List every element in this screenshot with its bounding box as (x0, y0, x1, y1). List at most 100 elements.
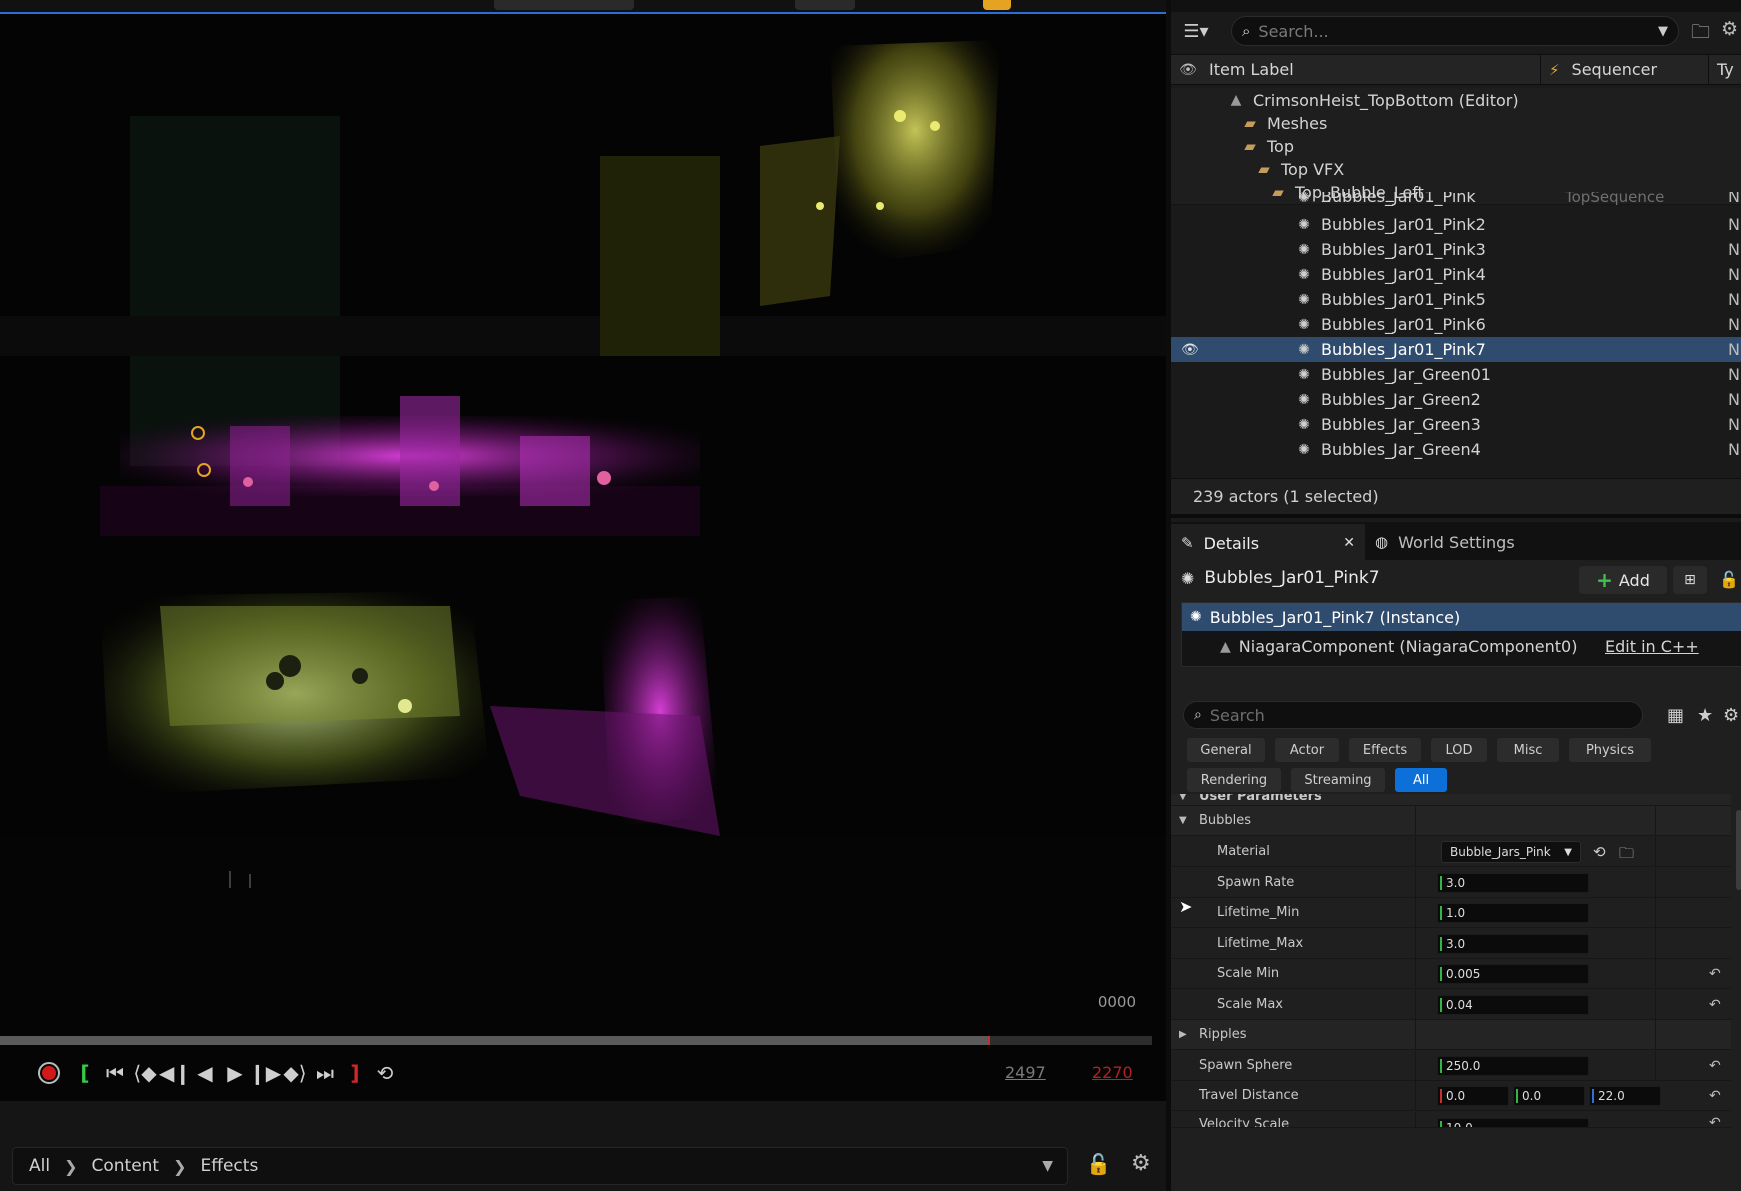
tab-details[interactable]: ✎ Details ✕ (1171, 524, 1365, 560)
scale-min-field[interactable]: 0.005 (1437, 963, 1589, 984)
category-general[interactable]: General (1187, 738, 1265, 762)
eye-icon[interactable]: 👁 (1181, 342, 1199, 358)
level-viewport[interactable]: 0000 [ ⏮ ⟨◆ ◀❙ ◀ ▶ ❙▶ ◆⟩ ⏭ ] ⟲ 2497 2270 (0, 0, 1166, 1100)
tree-row-actor[interactable]: ✺ Bubbles_Jar01_Pink4 N (1171, 262, 1741, 287)
category-effects[interactable]: Effects (1349, 738, 1421, 762)
next-key-button[interactable]: ◆⟩ (280, 1058, 310, 1088)
reset-to-default-icon[interactable]: ↶ (1709, 966, 1721, 982)
breadcrumb-effects[interactable]: Effects (201, 1156, 259, 1176)
gear-icon[interactable]: ⚙ (1721, 18, 1738, 40)
tree-row-actor[interactable]: ✺ Bubbles_Jar_Green2 N (1171, 387, 1741, 412)
spawn-sphere-field[interactable]: 250.0 (1437, 1055, 1589, 1076)
tree-row-actor[interactable]: ✺ Bubbles_Jar01_Pink2 N (1171, 212, 1741, 237)
tree-row-actor[interactable]: ✺ Bubbles_Jar01_Pink5 N (1171, 287, 1741, 312)
toolbar-button[interactable] (494, 0, 634, 10)
lock-icon[interactable]: 🔓 (1719, 570, 1739, 589)
step-back-icon: ◀❙ (158, 1061, 192, 1085)
actor-name[interactable]: Bubbles_Jar01_Pink7 (1204, 568, 1379, 588)
component-row-instance[interactable]: ✺ Bubbles_Jar01_Pink7 (Instance) (1182, 603, 1741, 631)
breadcrumb-all[interactable]: All (29, 1156, 50, 1176)
column-type[interactable]: Ty (1709, 60, 1734, 79)
category-actor[interactable]: Actor (1275, 738, 1339, 762)
add-component-button[interactable]: + Add (1579, 566, 1667, 594)
travel-distance-z-field[interactable]: 22.0 (1589, 1085, 1661, 1106)
tree-row-actor[interactable]: ✺ Bubbles_Jar01_Pink3 N (1171, 237, 1741, 262)
tree-row-folder[interactable]: ▰ Top VFX (1171, 157, 1741, 182)
velocity-scale-field[interactable]: 10.0 (1437, 1118, 1589, 1127)
reset-to-default-icon[interactable]: ↶ (1709, 1088, 1721, 1104)
browse-asset-icon[interactable]: 🗀 (1619, 843, 1634, 868)
column-sequencer[interactable]: ⚡ Sequencer (1541, 55, 1709, 84)
reset-to-default-icon[interactable]: ↶ (1709, 1058, 1721, 1074)
details-scrollbar[interactable] (1736, 810, 1741, 890)
play-reverse-button[interactable]: ◀ (190, 1058, 220, 1088)
play-button[interactable]: ▶ (220, 1058, 250, 1088)
tree-row-actor-selected[interactable]: 👁 ✺ Bubbles_Jar01_Pink7 N (1171, 337, 1741, 362)
tree-row-map[interactable]: ▲ CrimsonHeist_TopBottom (Editor) (1171, 88, 1741, 113)
previous-key-button[interactable]: ⟨◆ (130, 1058, 160, 1088)
spawn-rate-field[interactable]: 3.0 (1437, 872, 1589, 893)
tree-row-actor[interactable]: ✺ Bubbles_Jar_Green3 N (1171, 412, 1741, 437)
blueprint-button[interactable]: ⊞ (1673, 566, 1707, 594)
component-row-niagara[interactable]: ▲ NiagaraComponent (NiagaraComponent0) (1220, 637, 1577, 656)
toolbar-button[interactable] (795, 0, 855, 10)
viewport-scene[interactable] (0, 16, 1166, 986)
group-ripples[interactable]: ▶ Ripples (1171, 1020, 1731, 1050)
close-icon[interactable]: ✕ (1343, 535, 1355, 551)
star-icon[interactable]: ★ (1697, 705, 1713, 726)
category-streaming[interactable]: Streaming (1291, 768, 1385, 792)
tree-row-actor[interactable]: ✺ Bubbles_Jar_Green01 N (1171, 362, 1741, 387)
visibility-column-icon[interactable]: 👁 (1171, 62, 1205, 78)
record-button[interactable] (34, 1058, 64, 1088)
use-selected-icon[interactable]: ⟲ (1593, 843, 1606, 861)
tree-row-folder[interactable]: ▰ Top (1171, 134, 1741, 159)
breadcrumb-content[interactable]: Content (91, 1156, 159, 1176)
section-user-parameters[interactable]: ▼ User Parameters (1171, 794, 1731, 806)
column-item-label[interactable]: Item Label (1205, 55, 1541, 84)
filter-button[interactable]: ☰▾ (1171, 21, 1221, 42)
table-view-icon[interactable]: ▦ (1667, 705, 1684, 726)
reset-to-default-icon[interactable]: ↶ (1709, 1115, 1721, 1127)
edit-in-cpp-link[interactable]: Edit in C++ (1605, 637, 1699, 656)
new-folder-icon[interactable]: 🗀 (1691, 18, 1710, 50)
gear-icon[interactable]: ⚙ (1723, 705, 1739, 726)
gear-icon[interactable]: ⚙ (1131, 1151, 1151, 1176)
frame-end-readout[interactable]: 2270 (1092, 1063, 1133, 1082)
property-label: Scale Max (1217, 997, 1283, 1012)
reset-to-default-icon[interactable]: ↶ (1709, 997, 1721, 1013)
tab-world-settings[interactable]: ◍ World Settings (1365, 524, 1525, 560)
tree-row-actor[interactable]: ✺ Bubbles_Jar01_Pink6 N (1171, 312, 1741, 337)
jump-to-end-button[interactable]: ⏭ (310, 1058, 340, 1088)
group-bubbles[interactable]: ▼ Bubbles (1171, 806, 1731, 836)
travel-distance-y-field[interactable]: 0.0 (1513, 1085, 1585, 1106)
lifetime-max-field[interactable]: 3.0 (1437, 933, 1589, 954)
scale-max-field[interactable]: 0.04 (1437, 994, 1589, 1015)
step-back-button[interactable]: ◀❙ (158, 1058, 192, 1088)
tree-row-folder[interactable]: ▰ Meshes (1171, 111, 1741, 136)
category-misc[interactable]: Misc (1497, 738, 1559, 762)
outliner-search-input[interactable]: ⌕ Search... ▼ (1231, 16, 1679, 46)
loop-button[interactable]: ⟲ (370, 1058, 400, 1088)
frame-start-readout[interactable]: 2497 (1005, 1063, 1046, 1082)
timeline-scrubber[interactable] (0, 1036, 1152, 1045)
category-all[interactable]: All (1395, 768, 1447, 792)
unlock-icon[interactable]: 🔓 (1086, 1152, 1111, 1176)
tree-row-actor-partial[interactable]: ✺ Bubbles_Jar01_Pink TopSequence N (1171, 192, 1741, 206)
material-combo[interactable]: Bubble_Jars_Pink ▼ (1441, 841, 1581, 863)
tree-row-label: Bubbles_Jar01_Pink6 (1321, 315, 1486, 334)
jump-to-start-button[interactable]: ⏮ (100, 1058, 130, 1088)
mark-in-button[interactable]: [ (70, 1058, 100, 1088)
toolbar-highlight-button[interactable] (983, 0, 1011, 10)
category-lod[interactable]: LOD (1431, 738, 1487, 762)
details-search-input[interactable]: ⌕ Search (1183, 701, 1643, 729)
category-rendering[interactable]: Rendering (1187, 768, 1281, 792)
chevron-down-icon[interactable]: ▼ (1042, 1158, 1053, 1174)
mark-out-button[interactable]: ] (340, 1058, 370, 1088)
tree-row-actor[interactable]: ✺ Bubbles_Jar_Green4 N (1171, 437, 1741, 462)
timeline-playhead[interactable] (988, 1036, 991, 1045)
lifetime-min-field[interactable]: 1.0 (1437, 902, 1589, 923)
step-forward-button[interactable]: ❙▶ (249, 1058, 281, 1088)
travel-distance-x-field[interactable]: 0.0 (1437, 1085, 1509, 1106)
category-physics[interactable]: Physics (1569, 738, 1651, 762)
chevron-down-icon[interactable]: ▼ (1658, 24, 1668, 39)
